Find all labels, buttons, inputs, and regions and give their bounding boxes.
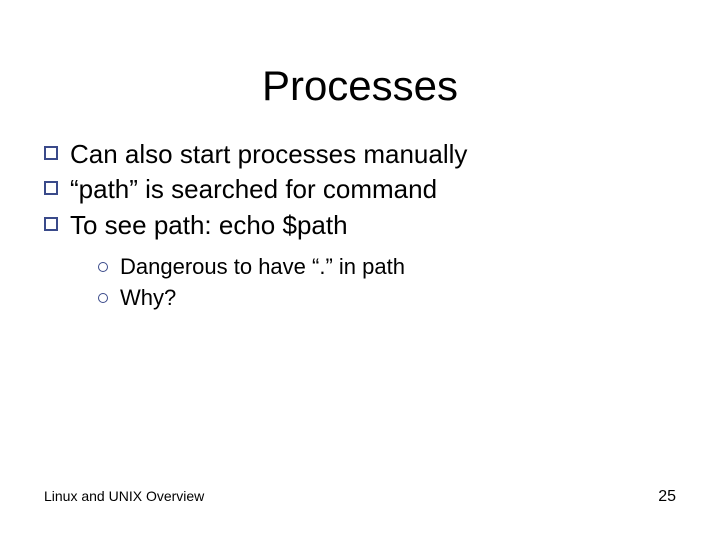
- sub-bullet-item: Why?: [98, 283, 676, 313]
- square-bullet-icon: [44, 217, 58, 231]
- sub-bullet-text: Why?: [120, 285, 176, 310]
- circle-bullet-icon: [98, 262, 108, 272]
- bullet-item: Can also start processes manually: [44, 138, 676, 171]
- page-number: 25: [658, 488, 676, 506]
- bullet-item: “path” is searched for command: [44, 173, 676, 206]
- bullet-text: “path” is searched for command: [70, 174, 437, 204]
- square-bullet-icon: [44, 146, 58, 160]
- footer-text: Linux and UNIX Overview: [44, 488, 204, 504]
- slide-title: Processes: [0, 0, 720, 110]
- bullet-text: To see path: echo $path: [70, 210, 348, 240]
- circle-bullet-icon: [98, 293, 108, 303]
- sub-bullet-item: Dangerous to have “.” in path: [98, 252, 676, 282]
- sub-bullet-text: Dangerous to have “.” in path: [120, 254, 405, 279]
- slide-body: Can also start processes manually “path”…: [0, 110, 720, 313]
- square-bullet-icon: [44, 181, 58, 195]
- footer: Linux and UNIX Overview 25: [44, 488, 676, 506]
- bullet-list: Can also start processes manually “path”…: [44, 138, 676, 313]
- bullet-item: To see path: echo $path Dangerous to hav…: [44, 209, 676, 314]
- bullet-text: Can also start processes manually: [70, 139, 467, 169]
- slide: Processes Can also start processes manua…: [0, 0, 720, 540]
- sub-bullet-list: Dangerous to have “.” in path Why?: [70, 252, 676, 313]
